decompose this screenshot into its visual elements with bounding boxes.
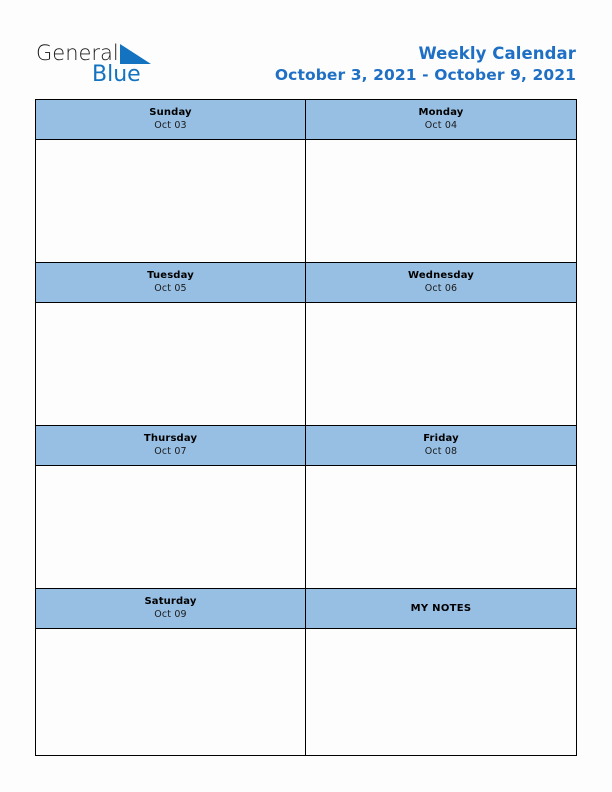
day-header-saturday: Saturday Oct 09 [35, 588, 306, 629]
day-name-label: Friday [423, 433, 459, 444]
page-header: General Blue Weekly Calendar October 3, … [0, 0, 612, 99]
day-entry-cell-friday[interactable] [305, 465, 577, 589]
day-name-label: Wednesday [408, 270, 474, 281]
page-title: Weekly Calendar [418, 44, 576, 63]
day-date-label: Oct 08 [424, 446, 458, 457]
day-date-label: Oct 05 [154, 283, 187, 294]
day-date-label: Oct 07 [154, 446, 187, 457]
day-name-label: Monday [418, 107, 464, 118]
general-blue-logo: General Blue [36, 40, 196, 92]
day-entry-text[interactable] [36, 303, 305, 425]
weekly-calendar-grid: Sunday Oct 03 Monday Oct 04 Tuesday Oct … [35, 99, 577, 756]
day-entry-text[interactable] [36, 466, 305, 588]
date-range-subtitle: October 3, 2021 - October 9, 2021 [274, 66, 576, 84]
day-header-monday: Monday Oct 04 [305, 99, 577, 140]
day-header-thursday: Thursday Oct 07 [35, 425, 306, 466]
day-date-label: Oct 03 [154, 120, 187, 131]
day-entry-cell-wednesday[interactable] [305, 302, 577, 426]
week-header-row-3: Thursday Oct 07 Friday Oct 08 [35, 425, 577, 466]
week-entry-row-4 [35, 628, 577, 756]
week-header-row-4: Saturday Oct 09 MY NOTES [35, 588, 577, 629]
day-entry-cell-thursday[interactable] [35, 465, 306, 589]
day-entry-text[interactable] [36, 629, 305, 755]
day-entry-text[interactable] [306, 466, 576, 588]
day-entry-cell-sunday[interactable] [35, 139, 306, 263]
day-entry-text[interactable] [36, 140, 305, 262]
day-name-label: Sunday [149, 107, 192, 118]
day-header-friday: Friday Oct 08 [305, 425, 577, 466]
title-block: Weekly Calendar October 3, 2021 - Octobe… [275, 44, 576, 85]
day-name-label: Tuesday [147, 270, 194, 281]
notes-title-label: MY NOTES [410, 602, 472, 614]
notes-header: MY NOTES [305, 588, 577, 629]
week-entry-row-3 [35, 465, 577, 589]
day-date-label: Oct 06 [424, 283, 458, 294]
day-header-tuesday: Tuesday Oct 05 [35, 262, 306, 303]
notes-entry-cell[interactable] [305, 628, 577, 756]
day-header-wednesday: Wednesday Oct 06 [305, 262, 577, 303]
day-entry-text[interactable] [306, 303, 576, 425]
notes-entry-text[interactable] [306, 629, 576, 755]
day-name-label: Saturday [144, 596, 197, 607]
blue-triangle-icon [119, 44, 151, 64]
week-entry-row-1 [35, 139, 577, 263]
week-header-row-2: Tuesday Oct 05 Wednesday Oct 06 [35, 262, 577, 303]
logo-text-blue: Blue [92, 62, 141, 87]
day-date-label: Oct 04 [424, 120, 458, 131]
day-entry-cell-monday[interactable] [305, 139, 577, 263]
day-entry-cell-saturday[interactable] [35, 628, 306, 756]
day-name-label: Thursday [143, 433, 198, 444]
week-header-row-1: Sunday Oct 03 Monday Oct 04 [35, 99, 577, 140]
day-entry-cell-tuesday[interactable] [35, 302, 306, 426]
day-date-label: Oct 09 [154, 609, 187, 620]
week-entry-row-2 [35, 302, 577, 426]
day-header-sunday: Sunday Oct 03 [35, 99, 306, 140]
day-entry-text[interactable] [306, 140, 576, 262]
